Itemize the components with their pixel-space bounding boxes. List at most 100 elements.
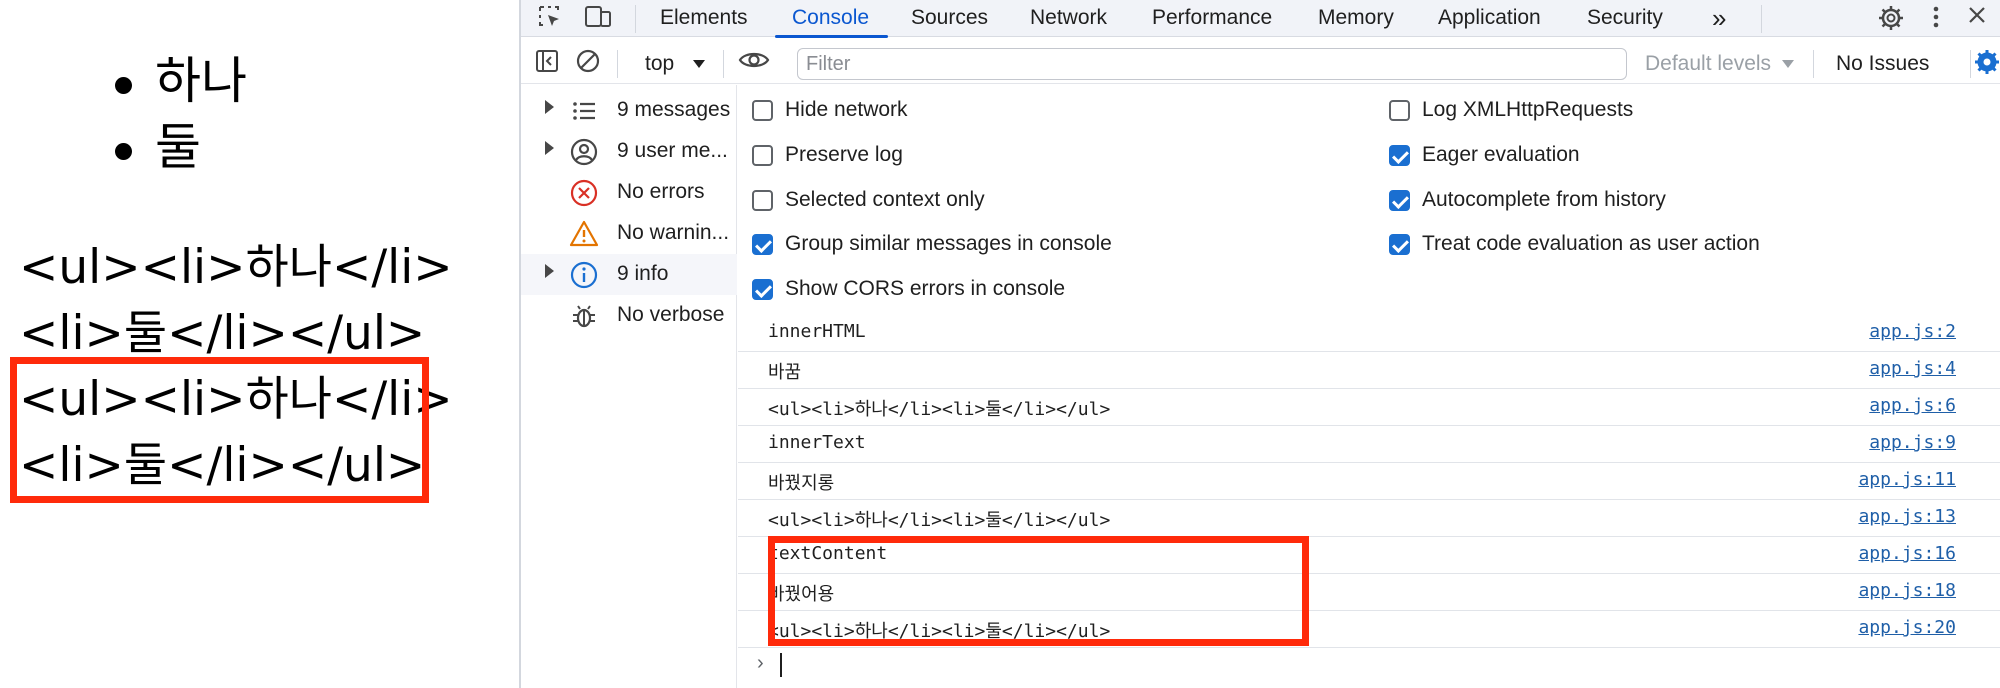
tab-sources[interactable]: Sources bbox=[911, 0, 988, 37]
console-input[interactable] bbox=[780, 653, 782, 677]
checkbox-label: Log XMLHttpRequests bbox=[1422, 98, 1634, 121]
devtools-tab-bar: Elements Console Sources Network Perform… bbox=[521, 0, 2000, 38]
checkbox[interactable] bbox=[1389, 234, 1410, 255]
tab-performance[interactable]: Performance bbox=[1152, 0, 1272, 37]
sidebar-item-label: 9 messages bbox=[617, 98, 731, 121]
log-levels-dropdown[interactable]: Default levels bbox=[1645, 44, 1771, 84]
sidebar-item-label: No warnin... bbox=[617, 221, 730, 244]
sidebar-item-label: 9 info bbox=[617, 262, 669, 285]
more-tabs-button[interactable]: » bbox=[1712, 0, 1726, 37]
filter-placeholder: Filter bbox=[806, 53, 851, 75]
console-settings-pane: Hide network Preserve log Selected conte… bbox=[738, 85, 2000, 305]
console-message: 바꿈 app.js:4 bbox=[738, 352, 2000, 389]
filter-input[interactable]: Filter bbox=[797, 48, 1627, 80]
chevron-down-icon bbox=[1782, 60, 1794, 68]
checkbox-label: Show CORS errors in console bbox=[785, 277, 1066, 300]
source-link[interactable]: app.js:20 bbox=[1858, 617, 1956, 638]
checkbox[interactable] bbox=[752, 100, 773, 121]
checkbox[interactable] bbox=[752, 279, 773, 300]
console-message: <ul><li>하나</li><li>둘</li></ul> app.js:13 bbox=[738, 500, 2000, 537]
divider bbox=[617, 50, 618, 78]
sidebar-item-label: No verbose bbox=[617, 303, 725, 326]
message-text: <ul><li>하나</li><li>둘</li></ul> bbox=[768, 399, 1111, 420]
sidebar-item-label: No errors bbox=[617, 180, 705, 203]
checkbox-label: Group similar messages in console bbox=[785, 232, 1112, 255]
inspect-element-icon[interactable] bbox=[535, 4, 565, 32]
checkbox[interactable] bbox=[1389, 145, 1410, 166]
info-icon bbox=[570, 261, 598, 289]
divider bbox=[635, 5, 636, 33]
rendered-page: 하나 둘 <ul><li>하나</li> <li>둘</li></ul> <ul… bbox=[0, 0, 519, 688]
sidebar-item-messages[interactable]: 9 messages bbox=[521, 90, 737, 131]
checkbox-label: Preserve log bbox=[785, 143, 903, 166]
console-prompt-icon: › bbox=[757, 652, 764, 674]
tab-elements[interactable]: Elements bbox=[660, 0, 748, 37]
divider bbox=[723, 50, 724, 78]
expand-arrow-icon[interactable] bbox=[545, 100, 554, 114]
tab-network[interactable]: Network bbox=[1030, 0, 1107, 37]
checkbox-label: Hide network bbox=[785, 98, 908, 121]
sidebar-item-info[interactable]: 9 info bbox=[521, 254, 737, 295]
source-link[interactable]: app.js:6 bbox=[1869, 395, 1956, 416]
checkbox[interactable] bbox=[1389, 100, 1410, 121]
checkbox[interactable] bbox=[752, 190, 773, 211]
user-icon bbox=[570, 138, 598, 166]
console-message: 바꿨지롱 app.js:11 bbox=[738, 463, 2000, 500]
tab-application[interactable]: Application bbox=[1438, 0, 1541, 37]
error-icon bbox=[570, 179, 598, 207]
list-item: 하나 bbox=[115, 48, 247, 114]
expand-arrow-icon[interactable] bbox=[545, 264, 554, 278]
source-link[interactable]: app.js:11 bbox=[1858, 469, 1956, 490]
checkbox[interactable] bbox=[752, 234, 773, 255]
source-link[interactable]: app.js:13 bbox=[1858, 506, 1956, 527]
console-message: innerText app.js:9 bbox=[738, 426, 2000, 463]
message-text: innerHTML bbox=[768, 321, 866, 342]
message-text: 바꿨지롱 bbox=[768, 473, 835, 494]
source-link[interactable]: app.js:16 bbox=[1858, 543, 1956, 564]
bullet-list: 하나 둘 bbox=[115, 48, 247, 180]
more-options-icon[interactable] bbox=[1921, 4, 1951, 32]
source-link[interactable]: app.js:2 bbox=[1869, 321, 1956, 342]
checkbox[interactable] bbox=[1389, 190, 1410, 211]
checkbox-label: Autocomplete from history bbox=[1422, 188, 1666, 211]
chevron-down-icon bbox=[693, 60, 705, 68]
message-text: 바꿈 bbox=[768, 362, 802, 383]
console-message: <ul><li>하나</li><li>둘</li></ul> app.js:6 bbox=[738, 389, 2000, 426]
divider bbox=[1970, 50, 1971, 78]
console-message: innerHTML app.js:2 bbox=[738, 315, 2000, 352]
list-item: 둘 bbox=[115, 114, 247, 180]
source-link[interactable]: app.js:18 bbox=[1858, 580, 1956, 601]
console-sidebar: 9 messages 9 user me... No errors No war… bbox=[521, 85, 737, 688]
highlight-box bbox=[768, 536, 1309, 646]
checkbox-label: Selected context only bbox=[785, 188, 985, 211]
sidebar-item-label: 9 user me... bbox=[617, 139, 728, 162]
sidebar-item-verbose[interactable]: No verbose bbox=[521, 295, 737, 336]
sidebar-item-user-messages[interactable]: 9 user me... bbox=[521, 131, 737, 172]
settings-gear-icon[interactable] bbox=[1876, 4, 1906, 32]
sidebar-item-warnings[interactable]: No warnin... bbox=[521, 213, 737, 254]
checkbox-label: Treat code evaluation as user action bbox=[1422, 232, 1760, 255]
tab-console[interactable]: Console bbox=[792, 0, 869, 37]
sidebar-toggle-icon[interactable] bbox=[532, 48, 562, 76]
source-link[interactable]: app.js:4 bbox=[1869, 358, 1956, 379]
console-settings-gear-icon[interactable] bbox=[1972, 48, 2000, 76]
checkbox[interactable] bbox=[752, 145, 773, 166]
message-text: <ul><li>하나</li><li>둘</li></ul> bbox=[768, 510, 1111, 531]
close-icon[interactable] bbox=[1962, 4, 1992, 32]
console-toolbar: top Filter Default levels No Issues bbox=[521, 44, 2000, 84]
expand-arrow-icon[interactable] bbox=[545, 141, 554, 155]
message-text: innerText bbox=[768, 432, 866, 453]
tab-security[interactable]: Security bbox=[1587, 0, 1663, 37]
live-expression-eye-icon[interactable] bbox=[738, 48, 770, 76]
sidebar-item-errors[interactable]: No errors bbox=[521, 172, 737, 213]
issues-counter[interactable]: No Issues bbox=[1836, 44, 1929, 84]
device-toolbar-icon[interactable] bbox=[583, 4, 613, 32]
divider bbox=[1761, 5, 1762, 33]
context-selector[interactable]: top bbox=[645, 44, 674, 84]
clear-console-icon[interactable] bbox=[573, 48, 603, 76]
bug-icon bbox=[573, 305, 595, 328]
highlight-box bbox=[10, 357, 429, 503]
checkbox-label: Eager evaluation bbox=[1422, 143, 1580, 166]
tab-memory[interactable]: Memory bbox=[1318, 0, 1394, 37]
source-link[interactable]: app.js:9 bbox=[1869, 432, 1956, 453]
